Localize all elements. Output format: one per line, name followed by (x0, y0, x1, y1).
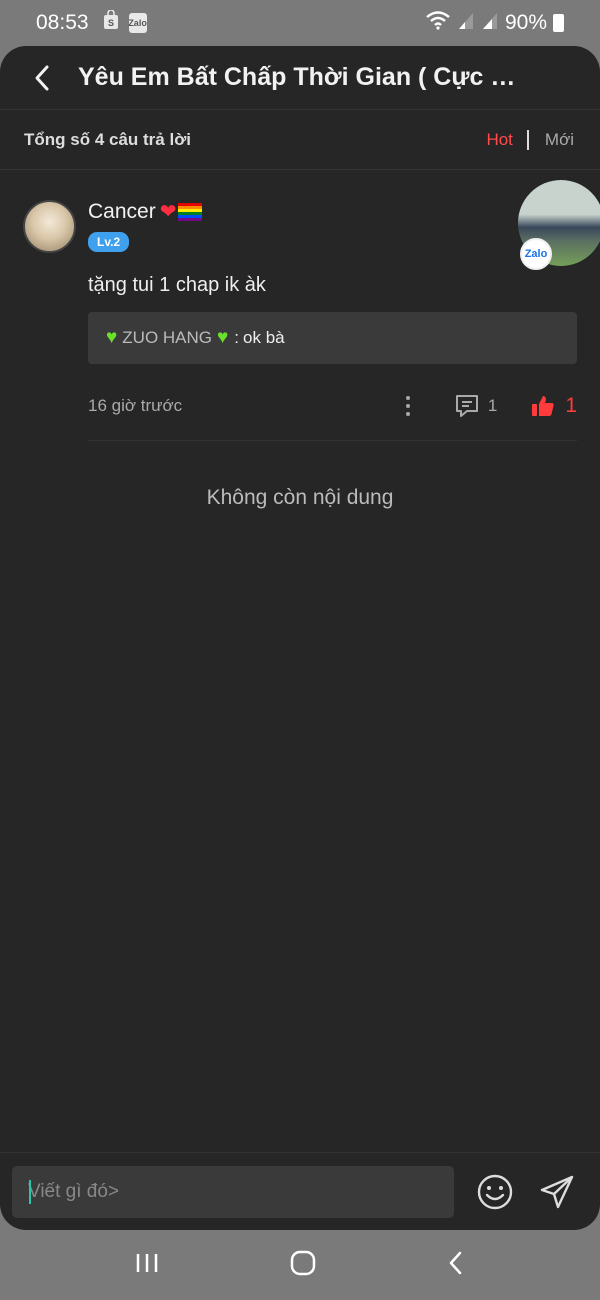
subheader: Tổng số 4 câu trả lời Hot Mới (0, 110, 600, 170)
wifi-icon (425, 10, 451, 36)
back-arrow-icon (449, 1251, 461, 1274)
home-button[interactable] (289, 1249, 317, 1282)
send-button[interactable] (538, 1173, 576, 1211)
level-badge: Lv.2 (88, 232, 130, 252)
system-back-button[interactable] (446, 1249, 466, 1282)
divider (88, 440, 577, 441)
dot-icon (405, 412, 410, 416)
tab-new[interactable]: Mới (529, 130, 576, 150)
comment-text: tặng tui 1 chap ik àk (88, 274, 266, 296)
dot-icon (405, 396, 410, 400)
emoji-button[interactable] (476, 1173, 514, 1211)
zalo-app-icon: Zalo (128, 13, 147, 33)
app-panel: Yêu Em Bất Chấp Thời Gian ( Cực Hà... Tổ… (0, 46, 600, 1230)
user-avatar[interactable] (23, 200, 76, 253)
zalo-badge: Zalo (520, 238, 552, 270)
svg-text:S: S (108, 18, 114, 28)
green-heart-icon: ♥ (106, 327, 118, 348)
sort-tabs: Hot Mới (472, 129, 576, 150)
reply-count: 1 (487, 396, 498, 415)
timestamp: 16 giờ trước (88, 396, 183, 415)
shopping-bag-icon: S (103, 9, 119, 36)
text-caret (29, 1179, 31, 1204)
reply-button[interactable]: 1 (454, 393, 497, 419)
system-nav-bar (0, 1230, 600, 1300)
red-heart-icon: ❤ (159, 201, 177, 223)
total-answers-label: Tổng số 4 câu trả lời (24, 129, 192, 149)
status-right: 90% (425, 10, 564, 36)
reply-text: ok bà (243, 328, 285, 347)
signal-icon-2 (481, 11, 499, 35)
home-icon (290, 1250, 316, 1275)
signal-icon-1 (457, 11, 475, 35)
rainbow-flag-icon (178, 202, 203, 221)
user-row: Cancer ❤ (88, 199, 576, 224)
username[interactable]: Cancer (88, 200, 156, 224)
back-button[interactable] (22, 58, 62, 98)
comment-input[interactable]: Viết gì đó> (12, 1165, 454, 1218)
input-placeholder: Viết gì đó> (28, 1180, 120, 1202)
status-time: 08:53 (36, 11, 89, 34)
chevron-left-icon (35, 65, 49, 90)
reply-author: ZUO HANG (122, 328, 213, 347)
tab-hot[interactable]: Hot (472, 130, 526, 150)
header: Yêu Em Bất Chấp Thời Gian ( Cực Hà... (0, 46, 600, 110)
empty-message: Không còn nội dung (206, 486, 394, 509)
dot-icon (405, 404, 410, 408)
like-button[interactable]: 1 (531, 394, 577, 418)
battery-percent: 90% (504, 11, 547, 34)
thumbs-up-icon (532, 396, 554, 416)
more-options-button[interactable] (398, 396, 418, 416)
comment-icon (455, 395, 478, 417)
battery-icon (553, 14, 564, 32)
recents-icon (137, 1253, 158, 1272)
page-title: Yêu Em Bất Chấp Thời Gian ( Cực Hà... (78, 63, 528, 91)
input-bar: Viết gì đó> (0, 1152, 600, 1230)
like-count: 1 (565, 394, 577, 417)
reply-preview[interactable]: ♥ ZUO HANG ♥ : ok bà (88, 312, 577, 364)
recent-apps-button[interactable] (134, 1251, 160, 1280)
smiley-icon (477, 1174, 513, 1209)
status-bar: 08:53 S Zalo 90% (0, 0, 600, 46)
reply-separator: : (234, 328, 240, 347)
comment-item: Zalo Cancer ❤ Lv.2 tặng tui 1 chap ik àk… (0, 170, 600, 440)
green-heart-icon: ♥ (217, 327, 229, 348)
comment-body: Cancer ❤ Lv.2 tặng tui 1 chap ik àk ♥ ZU… (88, 199, 577, 421)
comment-meta: 16 giờ trước 1 1 (88, 391, 577, 421)
send-icon (540, 1175, 574, 1208)
